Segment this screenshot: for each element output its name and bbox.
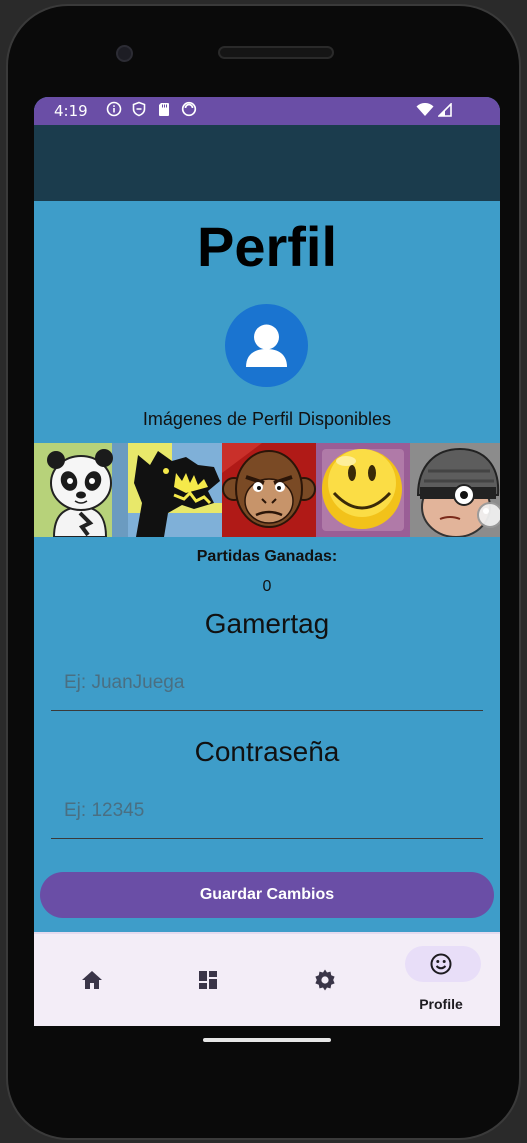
avatar-gallery[interactable] xyxy=(34,443,500,537)
masked-kid-image xyxy=(410,443,500,537)
panda-image xyxy=(34,443,128,537)
profile-avatar[interactable] xyxy=(225,304,308,387)
dragon-image xyxy=(128,443,222,537)
monkey-image xyxy=(222,443,316,537)
smiley-avatar[interactable] xyxy=(316,443,410,537)
app-icon xyxy=(181,101,197,117)
person-icon xyxy=(246,324,287,367)
nav-label-profile: Profile xyxy=(419,996,463,1012)
sd-card-icon xyxy=(159,103,169,116)
app-screen: 4:19 Perfil Imágenes de Perfil Disponibl… xyxy=(34,97,500,1026)
password-label: Contraseña xyxy=(194,736,340,767)
smiley-icon xyxy=(430,953,452,975)
wins-label: Partidas Ganadas: xyxy=(196,548,338,565)
top-app-bar xyxy=(34,125,500,201)
vpn-shield-icon xyxy=(132,101,146,117)
nav-item-dashboard[interactable] xyxy=(150,934,266,1026)
nav-item-settings[interactable] xyxy=(267,934,383,1026)
masked-kid-avatar[interactable] xyxy=(410,443,500,537)
page-title: Perfil xyxy=(196,215,338,278)
password-input[interactable] xyxy=(51,783,483,839)
dashboard-icon xyxy=(199,971,217,989)
bottom-navigation-bar: Profile xyxy=(34,932,500,1026)
wifi-icon xyxy=(416,103,434,116)
earpiece-speaker xyxy=(218,46,334,59)
front-camera xyxy=(116,45,133,62)
signal-icon xyxy=(438,103,452,117)
nav-item-home[interactable] xyxy=(34,934,150,1026)
status-notification-icons xyxy=(106,101,197,117)
wins-value: 0 xyxy=(262,578,272,595)
status-time: 4:19 xyxy=(54,102,88,120)
smiley-image xyxy=(316,443,410,537)
monkey-avatar[interactable] xyxy=(222,443,316,537)
nav-item-profile[interactable]: Profile xyxy=(383,934,499,1026)
gamertag-input[interactable] xyxy=(51,655,483,711)
save-changes-button[interactable]: Guardar Cambios xyxy=(40,872,494,918)
info-icon xyxy=(106,101,122,117)
gesture-home-bar[interactable] xyxy=(203,1038,331,1042)
available-images-label: Imágenes de Perfil Disponibles xyxy=(142,409,392,429)
dragon-avatar[interactable] xyxy=(128,443,222,537)
settings-icon xyxy=(315,969,335,991)
home-icon xyxy=(82,971,102,989)
gamertag-label: Gamertag xyxy=(204,608,330,639)
status-bar: 4:19 xyxy=(34,97,500,125)
status-system-icons xyxy=(416,103,452,117)
panda-avatar[interactable] xyxy=(34,443,128,537)
